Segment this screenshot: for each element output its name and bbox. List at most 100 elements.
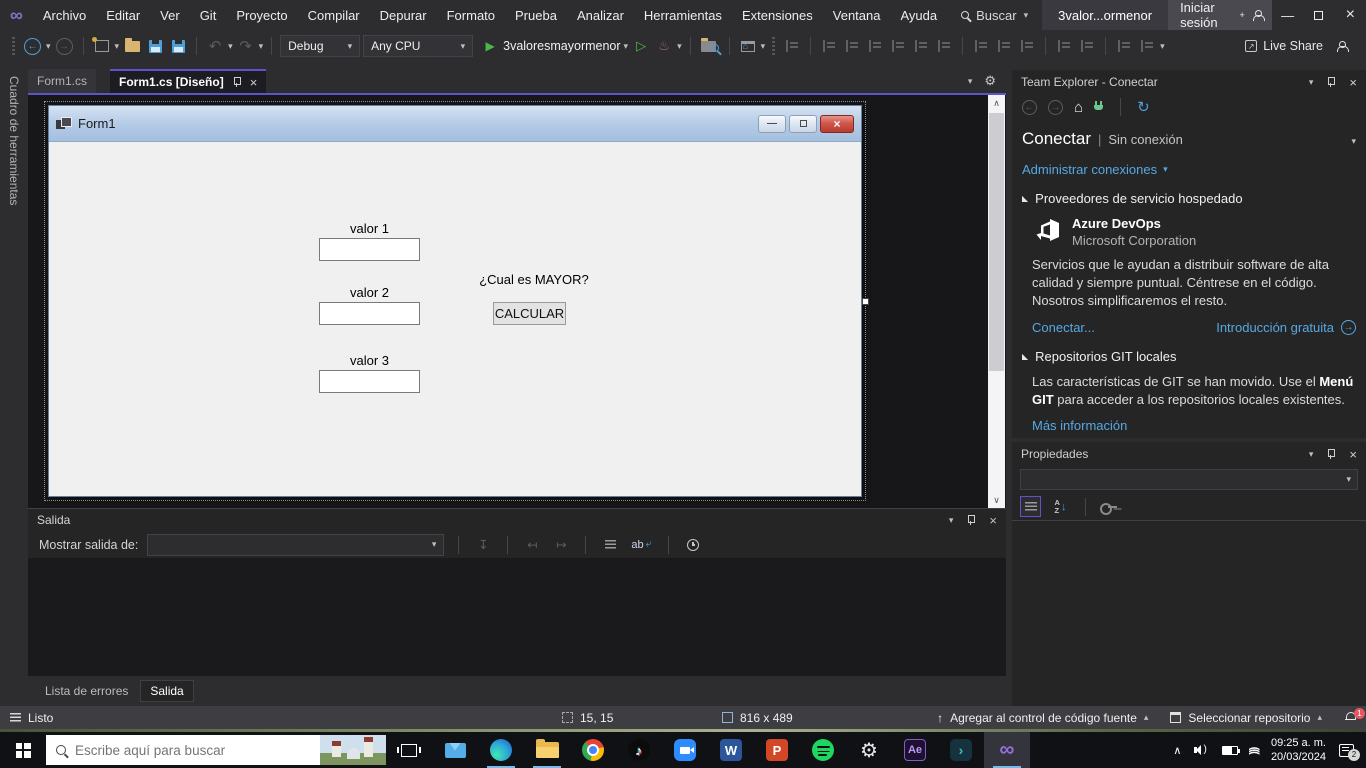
send-to-back-button[interactable]	[1137, 34, 1157, 58]
new-project-dropdown-icon[interactable]: ▾	[115, 41, 120, 52]
action-center-button[interactable]: 2	[1339, 744, 1354, 757]
local-git-section-header[interactable]: ◢ Repositorios GIT locales	[1022, 349, 1356, 364]
close-icon[interactable]: ×	[1349, 75, 1357, 90]
menu-proyecto[interactable]: Proyecto	[226, 0, 297, 30]
align-bottoms-button[interactable]	[934, 34, 954, 58]
taskbar-chrome[interactable]	[570, 732, 616, 768]
solution-platform-combo[interactable]: Any CPU ▾	[363, 35, 473, 57]
properties-grid[interactable]	[1012, 521, 1366, 704]
taskbar-visual-studio[interactable]: ∞	[984, 732, 1030, 768]
refresh-icon[interactable]: ↻	[1137, 98, 1150, 116]
property-pages-key-icon[interactable]	[1100, 502, 1118, 512]
hosted-providers-section-header[interactable]: ◢ Proveedores de servicio hospedado	[1022, 191, 1356, 206]
window-position-dropdown-icon[interactable]: ▾	[949, 515, 954, 526]
align-tops-button[interactable]	[888, 34, 908, 58]
properties-title-bar[interactable]: Propiedades ▾ ×	[1012, 442, 1366, 466]
open-file-button[interactable]	[122, 34, 142, 58]
close-icon[interactable]: ×	[989, 513, 997, 528]
taskbar-clock[interactable]: 09:25 a. m. 20/03/2024	[1271, 736, 1326, 765]
save-button[interactable]	[145, 34, 165, 58]
undo-dropdown-icon[interactable]: ▾	[228, 41, 233, 52]
new-project-button[interactable]	[92, 34, 112, 58]
volume-icon[interactable]: )	[1194, 744, 1209, 756]
valor1-textbox[interactable]	[319, 238, 420, 261]
document-list-dropdown-icon[interactable]: ▾	[968, 76, 973, 87]
scrollbar-thumb[interactable]	[989, 113, 1004, 371]
taskbar-word[interactable]: W	[708, 732, 754, 768]
run-dropdown-icon[interactable]: ▾	[624, 41, 629, 52]
battery-icon[interactable]	[1222, 746, 1238, 755]
manage-connections-link[interactable]: Administrar conexiones	[1022, 162, 1157, 177]
toolbar-overflow-icon[interactable]: ▾	[1160, 41, 1165, 52]
taskbar-search-box[interactable]	[46, 735, 386, 765]
pin-icon[interactable]	[966, 515, 976, 526]
menu-git[interactable]: Git	[190, 0, 227, 30]
scroll-down-icon[interactable]: ∨	[988, 492, 1005, 508]
sync-dropdown-icon[interactable]: ▾	[761, 41, 766, 52]
menu-extensiones[interactable]: Extensiones	[732, 0, 823, 30]
vertical-spacing-button[interactable]	[1077, 34, 1097, 58]
taskbar-powerpoint[interactable]: P	[754, 732, 800, 768]
menu-compilar[interactable]: Compilar	[298, 0, 370, 30]
navigate-back-button[interactable]: ←	[22, 34, 43, 58]
find-in-files-button[interactable]	[699, 34, 721, 58]
tab-form1-cs[interactable]: Form1.cs	[28, 69, 96, 93]
timestamp-button[interactable]	[683, 533, 703, 557]
designer-canvas[interactable]: Form1 — × valor 1 ¿Cual es MAYOR? valor …	[28, 95, 1006, 508]
make-same-height-button[interactable]	[994, 34, 1014, 58]
back-icon[interactable]: ←	[1022, 100, 1037, 115]
taskbar-zoom[interactable]	[662, 732, 708, 768]
menu-archivo[interactable]: Archivo	[33, 0, 96, 30]
minimize-button[interactable]: —	[1272, 0, 1303, 30]
page-dropdown-icon[interactable]: ▾	[1351, 136, 1356, 147]
calcular-button[interactable]: CALCULAR	[493, 302, 566, 325]
more-info-link[interactable]: Más información	[1032, 418, 1127, 433]
window-position-dropdown-icon[interactable]: ▾	[1309, 77, 1314, 88]
forward-icon[interactable]: →	[1048, 100, 1063, 115]
clear-all-button[interactable]	[600, 533, 620, 557]
scroll-up-icon[interactable]: ∧	[988, 95, 1005, 111]
taskbar-search-input[interactable]	[75, 743, 265, 758]
window-position-dropdown-icon[interactable]: ▾	[1309, 449, 1314, 460]
undo-button[interactable]: ↶	[205, 34, 225, 58]
toolbar-drag-handle[interactable]	[12, 37, 15, 55]
taskbar-spotify[interactable]	[800, 732, 846, 768]
feedback-button[interactable]	[1332, 34, 1352, 58]
valor3-textbox[interactable]	[319, 370, 420, 393]
sign-in-button[interactable]: Iniciar sesión +	[1168, 0, 1272, 30]
alphabetical-sort-button[interactable]: AZ ↓	[1050, 496, 1071, 517]
taskbar-tiktok[interactable]: ♪	[616, 732, 662, 768]
live-share-button[interactable]: ↗ Live Share	[1243, 34, 1329, 58]
notifications-button[interactable]: 1	[1344, 711, 1358, 725]
layout-toolbar-drag-handle[interactable]	[772, 37, 775, 55]
next-message-button[interactable]: ↦	[551, 533, 571, 557]
save-all-button[interactable]	[168, 34, 188, 58]
tab-salida[interactable]: Salida	[140, 680, 193, 702]
restore-button[interactable]	[1303, 0, 1334, 30]
categorized-view-button[interactable]	[1020, 496, 1041, 517]
make-same-size-button[interactable]	[1017, 34, 1037, 58]
solution-configuration-combo[interactable]: Debug ▾	[280, 35, 360, 57]
output-content[interactable]	[28, 558, 1006, 676]
tab-lista-de-errores[interactable]: Lista de errores	[36, 681, 137, 701]
form-title-bar[interactable]: Form1 — ×	[49, 106, 861, 142]
arrow-right-circle-icon[interactable]: →	[1341, 320, 1356, 335]
taskbar-after-effects[interactable]: Ae	[892, 732, 938, 768]
make-same-width-button[interactable]	[971, 34, 991, 58]
start-debug-button[interactable]: ▶	[480, 34, 500, 58]
form-minimize-button[interactable]: —	[758, 115, 786, 133]
menu-ventana[interactable]: Ventana	[823, 0, 891, 30]
start-button[interactable]	[0, 732, 46, 768]
wifi-icon[interactable]: (((	[1249, 747, 1261, 754]
menu-herramientas[interactable]: Herramientas	[634, 0, 732, 30]
tab-form1-cs-design[interactable]: Form1.cs [Diseño] ×	[110, 69, 266, 93]
redo-dropdown-icon[interactable]: ▾	[259, 41, 264, 52]
taskbar-edge[interactable]	[478, 732, 524, 768]
start-without-debug-button[interactable]: ▷	[631, 34, 651, 58]
toggle-word-wrap-button[interactable]: ab⤶	[629, 533, 653, 557]
valor3-label[interactable]: valor 3	[319, 353, 420, 368]
form-maximize-button[interactable]	[789, 115, 817, 133]
align-middles-button[interactable]	[911, 34, 931, 58]
menu-analizar[interactable]: Analizar	[567, 0, 634, 30]
pin-icon[interactable]	[1326, 77, 1336, 88]
